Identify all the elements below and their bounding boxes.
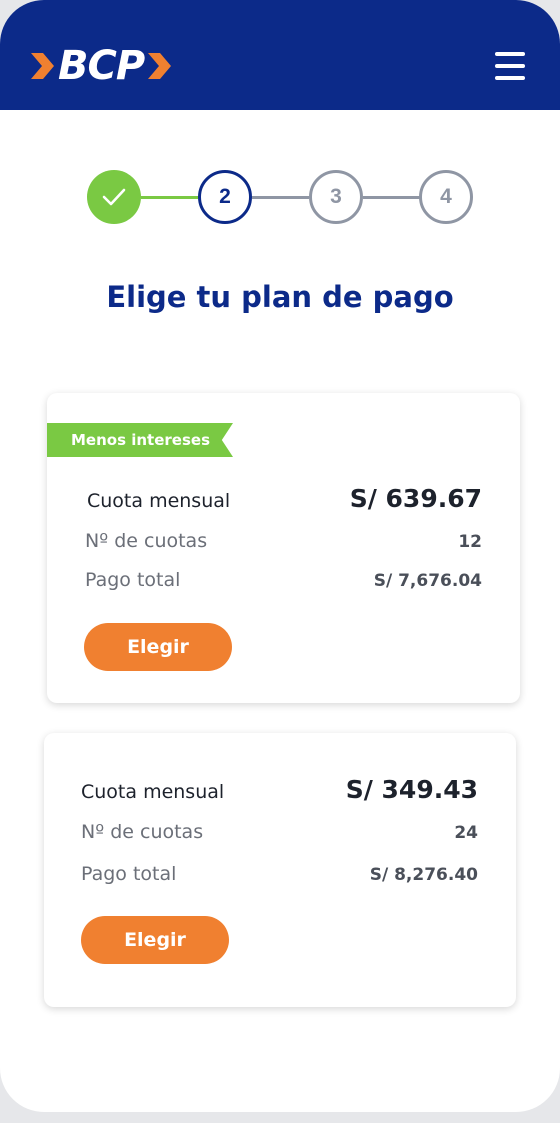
monthly-payment-row: Cuota mensual S/ 639.67	[87, 484, 482, 513]
logo-chevron-right-icon	[148, 53, 172, 79]
choose-plan-button[interactable]: Elegir	[81, 916, 229, 964]
installments-label: Nº de cuotas	[85, 530, 208, 552]
top-bar: BCP	[0, 0, 560, 110]
step-connector	[363, 196, 420, 199]
step-4: 4	[419, 170, 473, 224]
page-title: Elige tu plan de pago	[106, 280, 454, 314]
monthly-payment-label: Cuota mensual	[87, 490, 231, 512]
logo-chevron-left-icon	[31, 53, 54, 79]
installments-value: 12	[458, 532, 482, 552]
total-payment-row: Pago total S/ 8,276.40	[81, 863, 478, 885]
menu-bar	[495, 64, 525, 68]
monthly-payment-value: S/ 639.67	[349, 484, 482, 513]
menu-bar	[495, 76, 525, 80]
choose-plan-button[interactable]: Elegir	[84, 623, 232, 671]
step-3: 3	[309, 170, 363, 224]
step-connector-done	[141, 196, 198, 199]
step-connector	[252, 196, 309, 199]
installments-row: Nº de cuotas 24	[81, 821, 478, 843]
total-payment-label: Pago total	[81, 863, 177, 885]
monthly-payment-label: Cuota mensual	[81, 781, 225, 803]
step-2-current: 2	[198, 170, 252, 224]
menu-bar	[495, 52, 525, 56]
plan-card: Menos intereses Cuota mensual S/ 639.67 …	[47, 393, 520, 703]
total-payment-row: Pago total S/ 7,676.04	[85, 569, 482, 591]
less-interest-badge: Menos intereses	[47, 423, 233, 457]
total-payment-label: Pago total	[85, 569, 181, 591]
phone-screen: BCP 2 3 4 Elige tu plan de pago Menos in…	[0, 0, 560, 1112]
hamburger-menu-icon[interactable]	[490, 50, 530, 82]
check-icon	[102, 188, 126, 206]
total-payment-value: S/ 8,276.40	[369, 865, 478, 885]
total-payment-value: S/ 7,676.04	[373, 571, 482, 591]
monthly-payment-value: S/ 349.43	[345, 775, 478, 804]
plan-card: Cuota mensual S/ 349.43 Nº de cuotas 24 …	[44, 733, 516, 1007]
bcp-logo[interactable]: BCP	[28, 44, 174, 88]
installments-value: 24	[454, 823, 478, 843]
logo-wordmark: BCP	[58, 43, 145, 89]
installments-row: Nº de cuotas 12	[85, 530, 482, 552]
installments-label: Nº de cuotas	[81, 821, 204, 843]
progress-stepper: 2 3 4	[87, 170, 473, 224]
step-1-completed	[87, 170, 141, 224]
monthly-payment-row: Cuota mensual S/ 349.43	[81, 775, 478, 804]
